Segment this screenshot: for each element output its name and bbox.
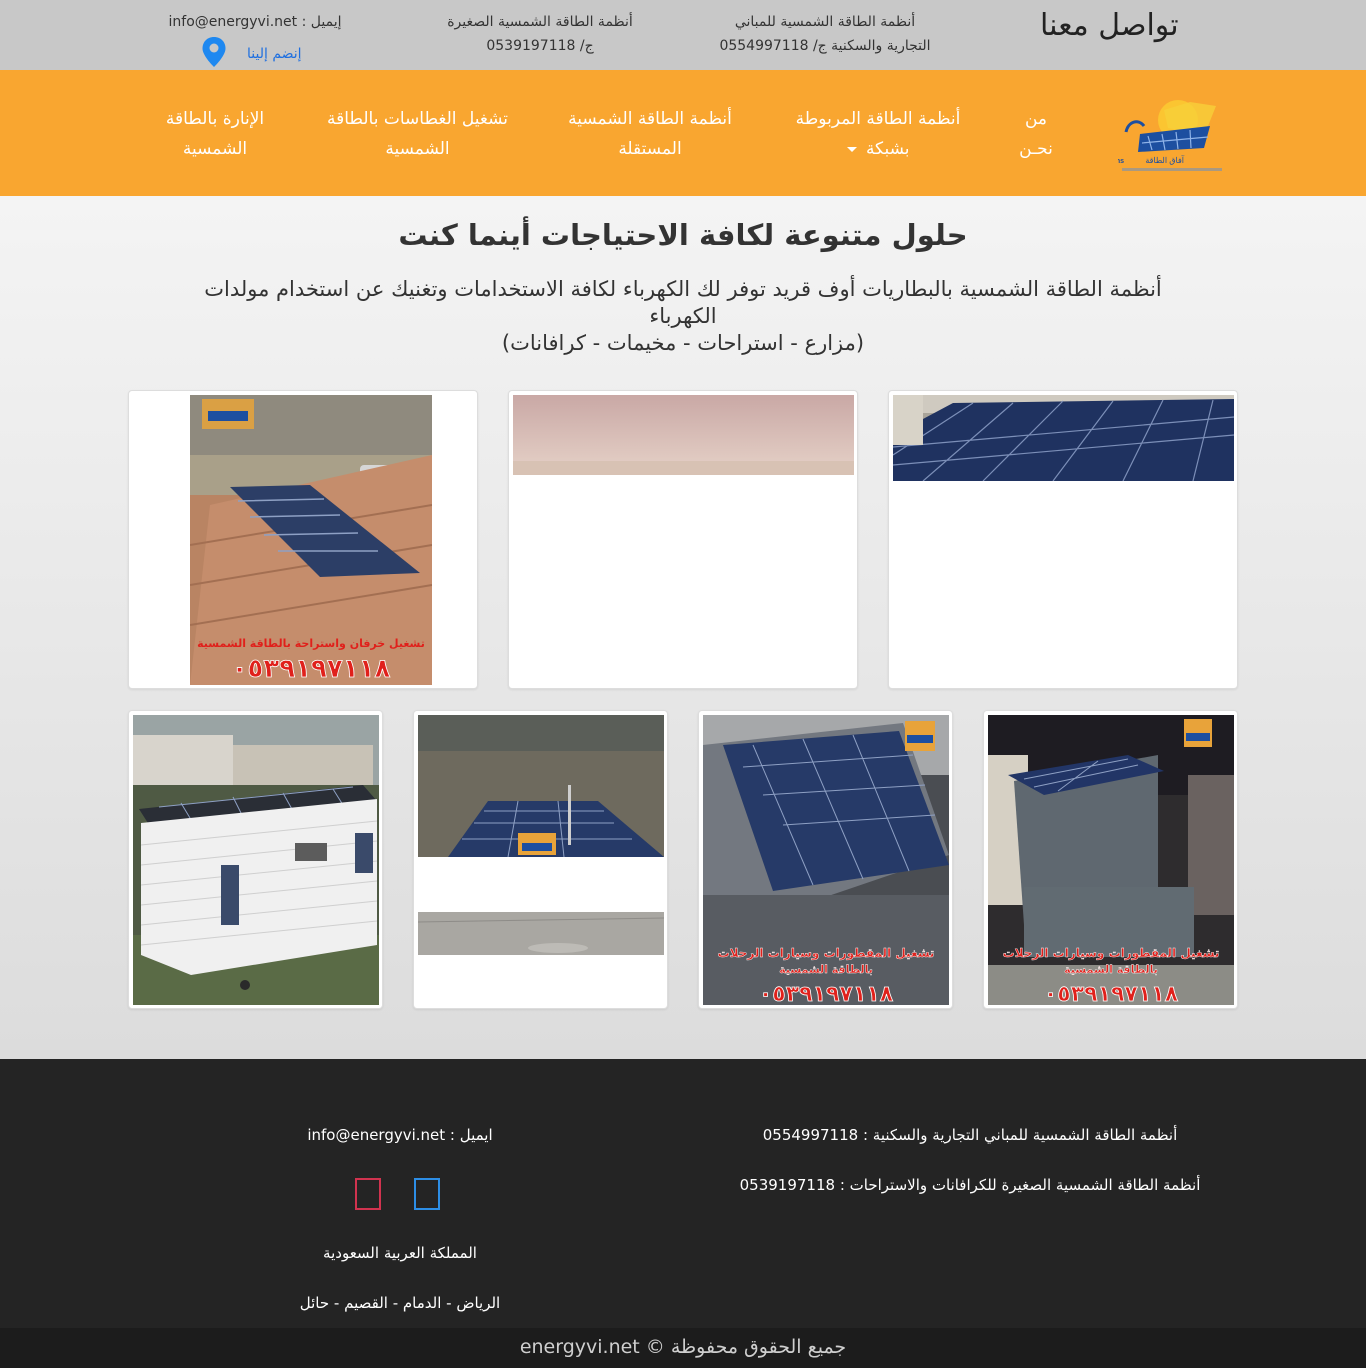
footer-country: المملكة العربية السعودية	[323, 1244, 477, 1262]
top-contact-bar: تواصل معنا أنظمة الطاقة الشمسية للمباني …	[0, 0, 1366, 70]
nav-about-line1[interactable]: من	[1006, 104, 1066, 134]
small-systems-line2: ج/ 0539197118	[486, 38, 594, 54]
photo1-caption: تشغيل خرفان واستراحة بالطاقة الشمسية	[197, 637, 425, 650]
site-footer: أنظمة الطاقة الشمسية للمباني التجارية وا…	[0, 1059, 1366, 1328]
camper-roof-photo: تشغيل المقطورات وسيارات الرحلات بالطاقة …	[703, 715, 949, 1005]
contact-us-title: تواصل معنا	[1040, 8, 1179, 43]
buildings-contact-line1: أنظمة الطاقة الشمسية للمباني	[734, 14, 916, 30]
section-title: حلول متنوعة لكافة الاحتياجات أينما كنت	[398, 218, 968, 252]
nav-grid-tied-systems[interactable]: أنظمة الطاقة المربوطة بشبكة	[778, 104, 978, 164]
gallery-card-desert-site[interactable]	[508, 390, 858, 689]
gallery-card-trailer-night[interactable]: تشغيل المقطورات وسيارات الرحلات بالطاقة …	[983, 710, 1238, 1009]
section-subtitle: أنظمة الطاقة الشمسية بالبطاريات أوف قريد…	[140, 276, 1226, 357]
svg-text:آفاق الطاقة: آفاق الطاقة	[1145, 155, 1184, 165]
photo4-caption-line2: بالطاقة الشمسية	[1064, 963, 1158, 976]
photo5-caption-line1: تشغيل المقطورات وسيارات الرحلات	[718, 946, 935, 961]
nav-lighting-line1[interactable]: الإنارة بالطاقة	[150, 104, 280, 134]
logo-watermark-icon	[905, 721, 935, 751]
caravan-photo	[133, 715, 379, 1005]
photo4-phone: ٠٥٣٩١٩٧١١٨	[1044, 982, 1179, 1005]
nav-grid-line2-wrap[interactable]: بشبكة	[778, 134, 978, 164]
photo5-caption-line2: بالطاقة الشمسية	[779, 963, 873, 976]
field-array-photo	[418, 715, 664, 857]
main-navbar: Energy Visions آفاق الطاقة من نحـن أنظمة…	[0, 70, 1366, 196]
gallery-card-farm-rest-house[interactable]: تشغيل خرفان واستراحة بالطاقة الشمسية ٠٥٣…	[128, 390, 478, 689]
photo1-phone: ٠٥٣٩١٩٧١١٨	[232, 654, 391, 684]
nav-grid-line1[interactable]: أنظمة الطاقة المربوطة	[778, 104, 978, 134]
nav-solar-pumps[interactable]: تشغيل الغطاسات بالطاقة الشمسية	[310, 104, 525, 164]
gallery-card-field-array[interactable]	[413, 710, 668, 1009]
nav-grid-line2[interactable]: بشبكة	[866, 139, 910, 159]
copyright-text: جميع الحقوق محفوظة © energyvi.net	[519, 1336, 847, 1358]
footer-buildings-phone[interactable]: أنظمة الطاقة الشمسية للمباني التجارية وا…	[700, 1125, 1240, 1145]
join-us-label[interactable]: إنضم إلينا	[247, 46, 302, 62]
nav-standalone-line1[interactable]: أنظمة الطاقة الشمسية	[550, 104, 750, 134]
copyright-bar: جميع الحقوق محفوظة © energyvi.net	[0, 1328, 1366, 1368]
logo-watermark-icon	[518, 833, 556, 855]
gallery-card-rooftop-array[interactable]	[888, 390, 1238, 689]
solutions-section: حلول متنوعة لكافة الاحتياجات أينما كنت أ…	[0, 196, 1366, 1059]
logo-watermark-icon	[1184, 719, 1212, 747]
buildings-contact-info: أنظمة الطاقة الشمسية للمباني التجارية وا…	[690, 10, 960, 58]
nav-standalone-line2[interactable]: المستقلة	[550, 134, 750, 164]
facebook-icon[interactable]	[414, 1178, 440, 1210]
subtitle-line3: (مزارع - استراحات - مخيمات - كرافانات)	[501, 331, 865, 355]
buildings-contact-line2: التجارية والسكنية ج/ 0554997118	[719, 38, 931, 54]
trailer-night-photo: تشغيل المقطورات وسيارات الرحلات بالطاقة …	[988, 715, 1234, 1005]
instagram-icon[interactable]	[355, 1178, 381, 1210]
gallery-card-camper-roof[interactable]: تشغيل المقطورات وسيارات الرحلات بالطاقة …	[698, 710, 953, 1009]
farm-solar-photo: تشغيل خرفان واستراحة بالطاقة الشمسية ٠٥٣…	[190, 395, 432, 685]
svg-text:Energy Visions: Energy Visions	[1118, 158, 1124, 165]
subtitle-line2: الكهرباء	[649, 304, 717, 328]
subtitle-line1: أنظمة الطاقة الشمسية بالبطاريات أوف قريد…	[204, 277, 1162, 301]
photo4-caption-line1: تشغيل المقطورات وسيارات الرحلات	[1003, 946, 1220, 961]
join-us-link[interactable]: إنضم إلينا	[195, 34, 315, 68]
nav-solar-lighting[interactable]: الإنارة بالطاقة الشمسية	[150, 104, 280, 164]
footer-small-systems-phone[interactable]: أنظمة الطاقة الشمسية الصغيرة للكرافانات …	[700, 1175, 1240, 1195]
caret-down-icon[interactable]	[846, 146, 857, 152]
concrete-surface-photo	[418, 912, 664, 955]
photo5-phone: ٠٥٣٩١٩٧١١٨	[759, 982, 894, 1005]
location-pin-icon	[202, 37, 226, 67]
nav-pumps-line2[interactable]: الشمسية	[310, 134, 525, 164]
energy-visions-logo[interactable]: Energy Visions آفاق الطاقة	[1118, 92, 1226, 178]
small-systems-contact-info: أنظمة الطاقة الشمسية الصغيرة ج/ 05391971…	[420, 10, 660, 58]
gallery-card-caravan[interactable]	[128, 710, 383, 1009]
nav-pumps-line1[interactable]: تشغيل الغطاسات بالطاقة	[310, 104, 525, 134]
footer-cities: الرياض - الدمام - القصيم - حائل	[299, 1294, 501, 1312]
rooftop-solar-photo	[893, 395, 1234, 481]
nav-about-line2[interactable]: نحـن	[1006, 134, 1066, 164]
desert-site-photo	[513, 395, 854, 475]
email-contact[interactable]: إيميل : info@energyvi.net	[150, 10, 360, 34]
nav-standalone-systems[interactable]: أنظمة الطاقة الشمسية المستقلة	[550, 104, 750, 164]
nav-about-us[interactable]: من نحـن	[1006, 104, 1066, 164]
small-systems-line1: أنظمة الطاقة الشمسية الصغيرة	[447, 14, 633, 30]
nav-lighting-line2[interactable]: الشمسية	[150, 134, 280, 164]
logo-watermark-icon	[202, 399, 254, 429]
footer-email[interactable]: ايميل : info@energyvi.net	[240, 1125, 560, 1145]
